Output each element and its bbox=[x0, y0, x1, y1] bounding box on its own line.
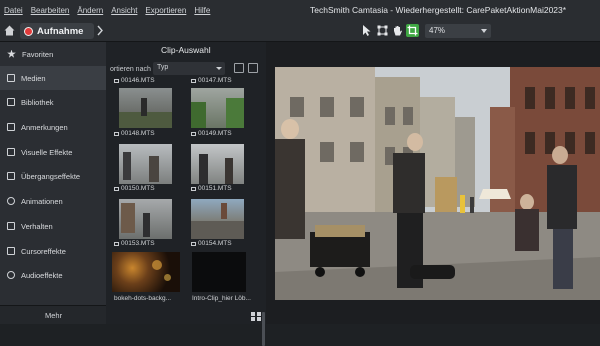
crop-button[interactable] bbox=[406, 24, 419, 37]
transition-icon bbox=[7, 172, 15, 180]
sidebar-item-audioeffekte[interactable]: Audioeffekte bbox=[0, 263, 106, 287]
sidebar-item-label: Favoriten bbox=[22, 49, 54, 59]
sidebar-item-favoriten[interactable]: Favoriten bbox=[0, 42, 106, 66]
zoom-value: 47% bbox=[429, 26, 446, 35]
edit-dimensions-icon[interactable] bbox=[376, 24, 389, 37]
preview-panel bbox=[266, 42, 600, 324]
behavior-icon bbox=[7, 222, 15, 230]
window-title: TechSmith Camtasia - Wiederhergestellt: … bbox=[310, 5, 567, 15]
video-icon bbox=[114, 186, 119, 191]
clip-thumbnail[interactable] bbox=[119, 88, 172, 128]
video-icon bbox=[191, 186, 196, 191]
clip-label[interactable]: 00150.MTS bbox=[114, 185, 155, 192]
home-icon[interactable] bbox=[3, 24, 16, 37]
clip-label[interactable]: bokeh-dots-backg... bbox=[114, 295, 171, 302]
clip-panel: Clip-Auswahl ortieren nach Typ 00146.MTS… bbox=[106, 42, 266, 346]
media-icon bbox=[7, 74, 15, 82]
clip-label[interactable]: 00149.MTS bbox=[191, 130, 232, 137]
sidebar-item-anmerkungen[interactable]: Anmerkungen bbox=[0, 115, 106, 139]
clip-label[interactable]: 00151.MTS bbox=[191, 185, 232, 192]
visual-effects-icon bbox=[7, 148, 15, 156]
menu-ansicht[interactable]: Ansicht bbox=[111, 6, 137, 15]
sidebar-item-medien[interactable]: Medien bbox=[0, 66, 106, 90]
sidebar-item-cursoreffekte[interactable]: Cursoreffekte bbox=[0, 239, 106, 263]
menu-hilfe[interactable]: Hilfe bbox=[194, 6, 210, 15]
panel-title: Clip-Auswahl bbox=[161, 45, 211, 55]
clip-thumbnail[interactable] bbox=[191, 144, 244, 184]
star-icon bbox=[7, 49, 16, 58]
sort-select[interactable]: Typ bbox=[153, 62, 225, 75]
menu-aendern[interactable]: Ändern bbox=[77, 6, 103, 15]
pointer-icon[interactable] bbox=[360, 24, 373, 37]
more-bar: Mehr + bbox=[0, 305, 122, 324]
clip-label[interactable]: Intro-Clip_hier Löb... bbox=[192, 295, 251, 302]
clip-thumbnail[interactable] bbox=[119, 199, 172, 239]
video-icon bbox=[114, 78, 119, 83]
library-icon bbox=[7, 98, 15, 106]
pan-hand-icon[interactable] bbox=[391, 24, 404, 37]
list-view-button[interactable] bbox=[234, 63, 244, 73]
sort-label: ortieren nach bbox=[110, 66, 151, 73]
sidebar-item-verhalten[interactable]: Verhalten bbox=[0, 214, 106, 238]
menu-datei[interactable]: Datei bbox=[4, 6, 23, 15]
sidebar-item-visuelle-effekte[interactable]: Visuelle Effekte bbox=[0, 140, 106, 164]
menu-bar: Datei Bearbeiten Ändern Ansicht Exportie… bbox=[0, 0, 600, 20]
video-icon bbox=[114, 131, 119, 136]
cursor-icon bbox=[7, 247, 15, 255]
sidebar-item-label: Verhalten bbox=[21, 221, 53, 231]
sidebar-item-label: Bibliothek bbox=[21, 97, 54, 107]
clip-label[interactable]: 00154.MTS bbox=[191, 240, 232, 247]
animation-icon bbox=[7, 197, 15, 205]
clip-thumbnail[interactable] bbox=[191, 88, 244, 128]
sidebar-item-label: Visuelle Effekte bbox=[21, 147, 73, 157]
preview-canvas[interactable] bbox=[275, 67, 600, 300]
menu-list: Datei Bearbeiten Ändern Ansicht Exportie… bbox=[0, 6, 210, 15]
sort-order-button[interactable] bbox=[248, 63, 258, 73]
sidebar-item-label: Übergangseffekte bbox=[21, 171, 81, 181]
clip-thumbnail[interactable] bbox=[119, 144, 172, 184]
crop-icon bbox=[407, 25, 418, 36]
sidebar-item-uebergangseffekte[interactable]: Übergangseffekte bbox=[0, 164, 106, 188]
zoom-select[interactable]: 47% bbox=[425, 24, 491, 38]
record-label: Aufnahme bbox=[37, 25, 84, 37]
sidebar-item-label: Animationen bbox=[21, 196, 63, 206]
record-icon bbox=[24, 26, 33, 36]
sidebar-item-bibliothek[interactable]: Bibliothek bbox=[0, 90, 106, 114]
sidebar-item-animationen[interactable]: Animationen bbox=[0, 189, 106, 213]
record-button[interactable]: Aufnahme bbox=[20, 23, 94, 39]
clip-label[interactable]: 00146.MTS bbox=[114, 77, 155, 84]
chevron-down-icon bbox=[216, 67, 222, 70]
video-icon bbox=[191, 241, 196, 246]
video-icon bbox=[191, 131, 196, 136]
video-icon bbox=[114, 241, 119, 246]
clip-thumbnail[interactable] bbox=[192, 252, 246, 292]
toolbar: Aufnahme 47% bbox=[0, 20, 600, 42]
more-button[interactable]: Mehr bbox=[45, 311, 62, 320]
audio-icon bbox=[7, 271, 15, 279]
clip-thumbnail[interactable] bbox=[191, 199, 244, 239]
sidebar-item-label: Medien bbox=[21, 73, 46, 83]
clip-label[interactable]: 00153.MTS bbox=[114, 240, 155, 247]
clip-label[interactable]: 00148.MTS bbox=[114, 130, 155, 137]
sidebar-item-label: Audioeffekte bbox=[21, 270, 63, 280]
clip-label[interactable]: 00147.MTS bbox=[191, 77, 232, 84]
clip-thumbnail[interactable] bbox=[112, 252, 180, 292]
menu-bearbeiten[interactable]: Bearbeiten bbox=[31, 6, 70, 15]
sidebar-item-label: Anmerkungen bbox=[21, 122, 68, 132]
chevron-down-icon bbox=[481, 29, 487, 33]
sidebar-item-label: Cursoreffekte bbox=[21, 246, 66, 256]
annotation-icon bbox=[7, 123, 15, 131]
video-icon bbox=[191, 78, 196, 83]
sidebar: Favoriten Medien Bibliothek Anmerkungen … bbox=[0, 42, 106, 312]
chevron-right-icon[interactable] bbox=[96, 25, 104, 36]
sort-value: Typ bbox=[157, 64, 169, 71]
menu-exportieren[interactable]: Exportieren bbox=[145, 6, 186, 15]
clip-scrollbar[interactable] bbox=[262, 312, 265, 346]
grid-view-icon[interactable] bbox=[250, 311, 262, 322]
